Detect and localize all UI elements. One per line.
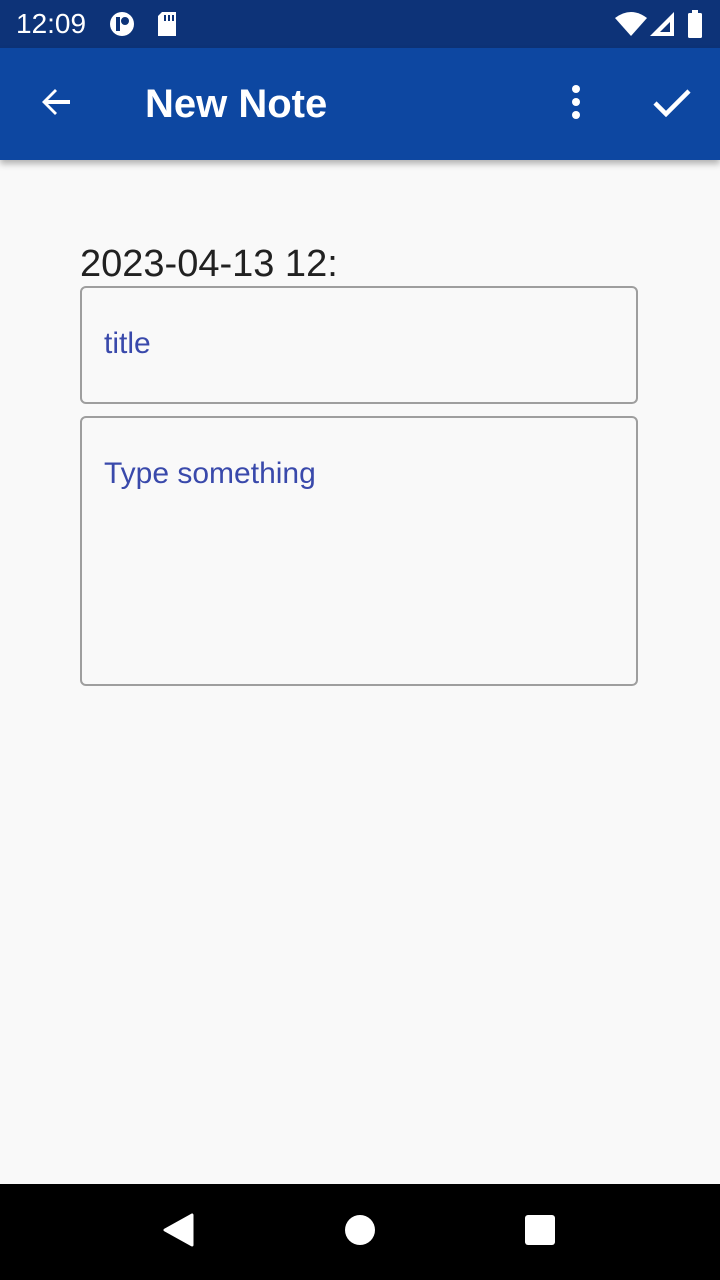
wifi-icon bbox=[614, 10, 648, 38]
page-title: New Note bbox=[145, 82, 328, 126]
title-field[interactable] bbox=[80, 286, 638, 404]
more-vert-icon bbox=[570, 84, 582, 125]
status-bar: 12:09 bbox=[0, 0, 720, 48]
status-time: 12:09 bbox=[16, 8, 87, 39]
check-icon bbox=[653, 87, 691, 122]
body-input[interactable] bbox=[104, 454, 604, 654]
more-options-button[interactable] bbox=[548, 76, 604, 132]
save-button[interactable] bbox=[644, 76, 700, 132]
title-input[interactable] bbox=[104, 324, 604, 364]
back-triangle-icon bbox=[162, 1213, 194, 1252]
battery-icon bbox=[686, 10, 704, 38]
arrow-back-icon bbox=[38, 84, 74, 125]
notification-app-icon bbox=[108, 10, 138, 38]
new-note-screen: 12:09 New Note 2023-04-13 12: title Type… bbox=[0, 0, 720, 1280]
note-date: 2023-04-13 12: bbox=[80, 243, 338, 285]
sd-card-icon bbox=[156, 10, 178, 38]
body-field[interactable] bbox=[80, 416, 638, 686]
nav-back-button[interactable] bbox=[148, 1202, 208, 1262]
nav-home-button[interactable] bbox=[330, 1202, 390, 1262]
cell-signal-icon bbox=[648, 10, 676, 38]
home-circle-icon bbox=[344, 1214, 376, 1251]
app-bar: New Note bbox=[0, 48, 720, 160]
recents-square-icon bbox=[524, 1214, 556, 1251]
back-button[interactable] bbox=[28, 76, 84, 132]
system-nav-bar bbox=[0, 1184, 720, 1280]
nav-recents-button[interactable] bbox=[510, 1202, 570, 1262]
